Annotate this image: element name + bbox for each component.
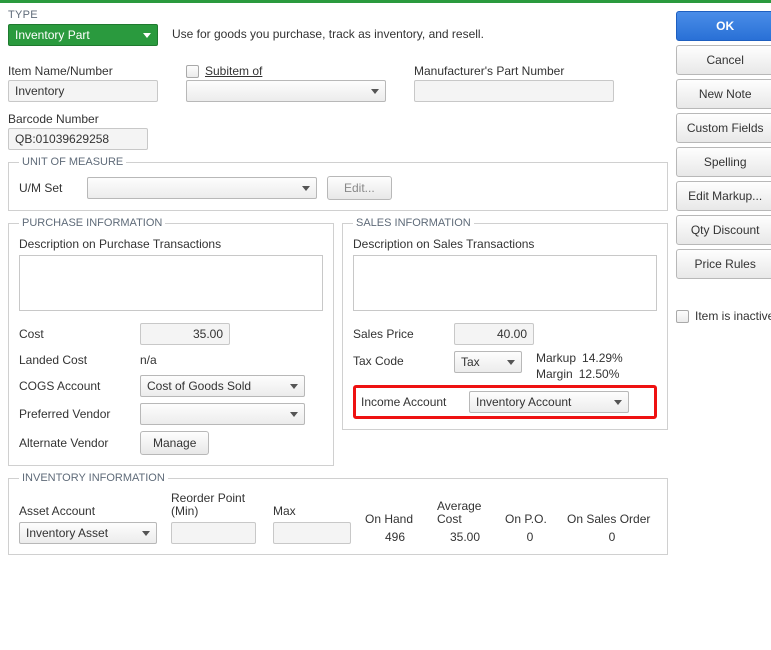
on-po-value: 0 — [505, 530, 555, 544]
type-select[interactable]: Inventory Part — [8, 24, 158, 46]
on-po-label: On P.O. — [505, 512, 555, 526]
cogs-label: COGS Account — [19, 379, 134, 393]
landed-cost-label: Landed Cost — [19, 353, 134, 367]
margin-label: Margin — [536, 367, 573, 381]
purchase-desc-label: Description on Purchase Transactions — [19, 237, 221, 251]
uom-fieldset: UNIT OF MEASURE U/M Set Edit... — [8, 156, 668, 211]
on-so-value: 0 — [567, 530, 657, 544]
sales-fieldset: SALES INFORMATION Description on Sales T… — [342, 217, 668, 430]
type-hint: Use for goods you purchase, track as inv… — [172, 24, 668, 41]
purchase-legend: PURCHASE INFORMATION — [19, 217, 165, 229]
inventory-legend: INVENTORY INFORMATION — [19, 472, 168, 484]
markup-label: Markup — [536, 351, 576, 365]
subitem-select[interactable] — [186, 80, 386, 102]
item-name-input[interactable]: Inventory — [8, 80, 158, 102]
purchase-fieldset: PURCHASE INFORMATION Description on Purc… — [8, 217, 334, 466]
purchase-desc-textarea[interactable] — [19, 255, 323, 311]
landed-cost-value: n/a — [140, 353, 157, 367]
sales-legend: SALES INFORMATION — [353, 217, 474, 229]
max-input[interactable] — [273, 522, 351, 544]
sales-desc-label: Description on Sales Transactions — [353, 237, 534, 251]
cancel-button[interactable]: Cancel — [676, 45, 771, 75]
on-hand-value: 496 — [365, 530, 425, 544]
inventory-fieldset: INVENTORY INFORMATION Asset Account Inve… — [8, 472, 668, 555]
um-set-label: U/M Set — [19, 181, 77, 195]
margin-value: 12.50% — [579, 367, 620, 381]
barcode-label: Barcode Number — [8, 112, 668, 126]
pref-vendor-label: Preferred Vendor — [19, 407, 134, 421]
markup-value: 14.29% — [582, 351, 623, 365]
tax-code-select[interactable]: Tax — [454, 351, 522, 373]
asset-account-label: Asset Account — [19, 504, 159, 518]
income-account-select[interactable]: Inventory Account — [469, 391, 629, 413]
ok-button[interactable]: OK — [676, 11, 771, 41]
alt-vendor-label: Alternate Vendor — [19, 436, 134, 450]
item-name-label: Item Name/Number — [8, 64, 168, 78]
um-edit-button[interactable]: Edit... — [327, 176, 392, 200]
cogs-select[interactable]: Cost of Goods Sold — [140, 375, 305, 397]
manage-button[interactable]: Manage — [140, 431, 209, 455]
price-rules-button[interactable]: Price Rules — [676, 249, 771, 279]
asset-account-select[interactable]: Inventory Asset — [19, 522, 157, 544]
on-so-label: On Sales Order — [567, 512, 657, 526]
avg-cost-value: 35.00 — [437, 530, 493, 544]
reorder-input[interactable] — [171, 522, 256, 544]
sales-desc-textarea[interactable] — [353, 255, 657, 311]
type-section-label: TYPE — [8, 7, 668, 24]
on-hand-label: On Hand — [365, 512, 425, 526]
qty-discount-button[interactable]: Qty Discount — [676, 215, 771, 245]
sales-price-label: Sales Price — [353, 327, 448, 341]
reorder-label: Reorder Point (Min) — [171, 492, 261, 518]
new-note-button[interactable]: New Note — [676, 79, 771, 109]
barcode-input[interactable]: QB:01039629258 — [8, 128, 148, 150]
subitem-checkbox[interactable] — [186, 65, 199, 78]
pref-vendor-select[interactable] — [140, 403, 305, 425]
mfr-part-label: Manufacturer's Part Number — [414, 64, 668, 78]
income-account-highlight: Income Account Inventory Account — [353, 385, 657, 419]
max-label: Max — [273, 504, 353, 518]
sales-price-input[interactable]: 40.00 — [454, 323, 534, 345]
tax-code-label: Tax Code — [353, 351, 448, 368]
cost-label: Cost — [19, 327, 134, 341]
inactive-checkbox[interactable] — [676, 310, 689, 323]
type-value: Inventory Part — [15, 28, 90, 42]
income-account-label: Income Account — [361, 395, 463, 409]
subitem-label: Subitem of — [205, 64, 262, 78]
um-set-select[interactable] — [87, 177, 317, 199]
mfr-part-input[interactable] — [414, 80, 614, 102]
spelling-button[interactable]: Spelling — [676, 147, 771, 177]
custom-fields-button[interactable]: Custom Fields — [676, 113, 771, 143]
edit-markup-button[interactable]: Edit Markup... — [676, 181, 771, 211]
cost-input[interactable]: 35.00 — [140, 323, 230, 345]
inactive-label: Item is inactive — [695, 309, 771, 323]
avg-cost-label: Average Cost — [437, 500, 493, 526]
uom-legend: UNIT OF MEASURE — [19, 156, 126, 168]
